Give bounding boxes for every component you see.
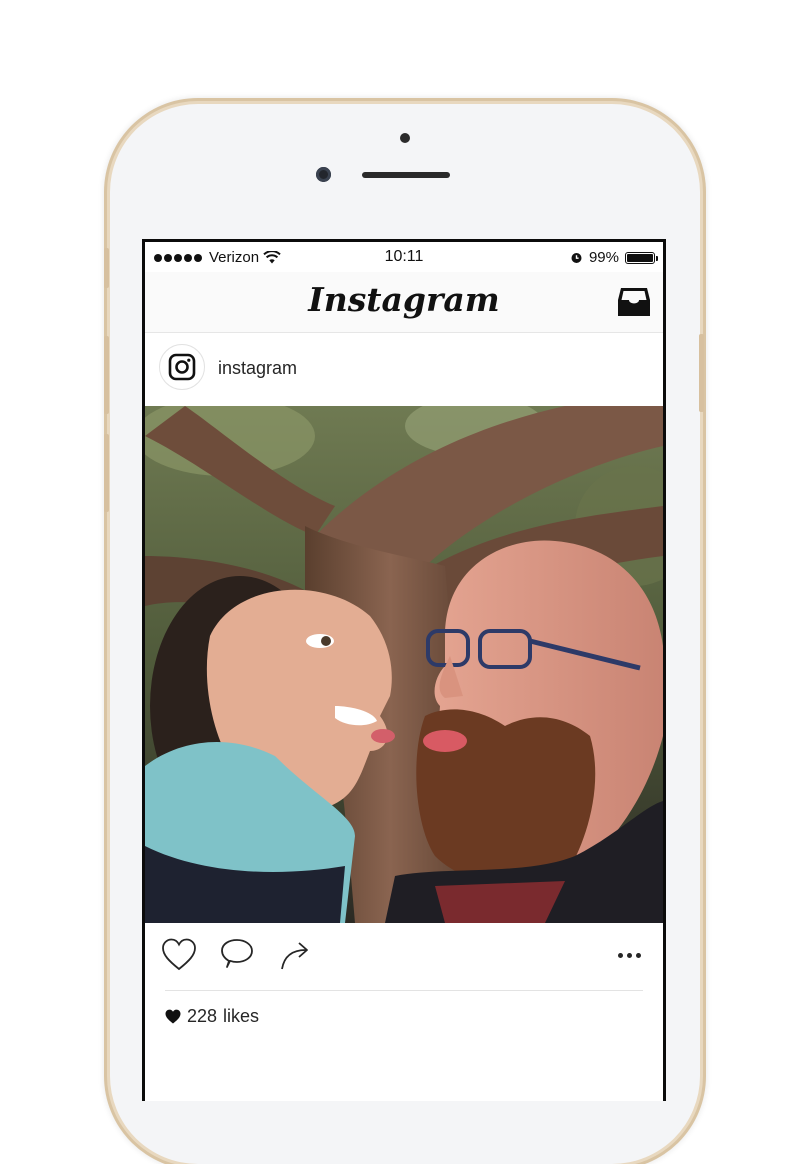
navigation-bar: Instagram bbox=[145, 272, 663, 333]
status-bar: Verizon 10:11 99% bbox=[145, 242, 663, 272]
heart-filled-icon bbox=[165, 1009, 181, 1024]
volume-down-button bbox=[104, 434, 109, 512]
volume-up-button bbox=[104, 336, 109, 414]
likes-summary[interactable]: 228 likes bbox=[165, 1006, 259, 1027]
heart-icon[interactable] bbox=[161, 937, 197, 973]
post-photo[interactable] bbox=[145, 406, 663, 923]
more-icon[interactable] bbox=[618, 953, 641, 958]
instagram-logo: Instagram bbox=[308, 280, 500, 319]
post-header: instagram bbox=[145, 333, 663, 406]
actions-divider bbox=[165, 990, 643, 991]
inbox-icon[interactable] bbox=[617, 286, 651, 318]
mute-switch bbox=[104, 248, 109, 288]
alarm-icon bbox=[571, 253, 582, 263]
likes-label: likes bbox=[223, 1006, 260, 1026]
front-camera bbox=[316, 167, 331, 182]
comment-icon[interactable] bbox=[219, 937, 255, 973]
power-button bbox=[699, 334, 704, 412]
phone-screen: Verizon 10:11 99% Instagram instagram 22… bbox=[142, 239, 666, 1101]
instagram-camera-icon bbox=[168, 353, 196, 381]
battery-icon bbox=[625, 251, 658, 264]
post-username[interactable]: instagram bbox=[218, 358, 297, 379]
status-right: 99% bbox=[570, 249, 658, 266]
share-icon[interactable] bbox=[278, 937, 314, 973]
battery-percentage: 99% bbox=[588, 249, 619, 266]
likes-count: 228 bbox=[187, 1006, 218, 1026]
avatar[interactable] bbox=[159, 344, 205, 390]
post-actions bbox=[145, 923, 663, 989]
proximity-sensor bbox=[400, 133, 410, 143]
earpiece-speaker bbox=[362, 172, 450, 178]
